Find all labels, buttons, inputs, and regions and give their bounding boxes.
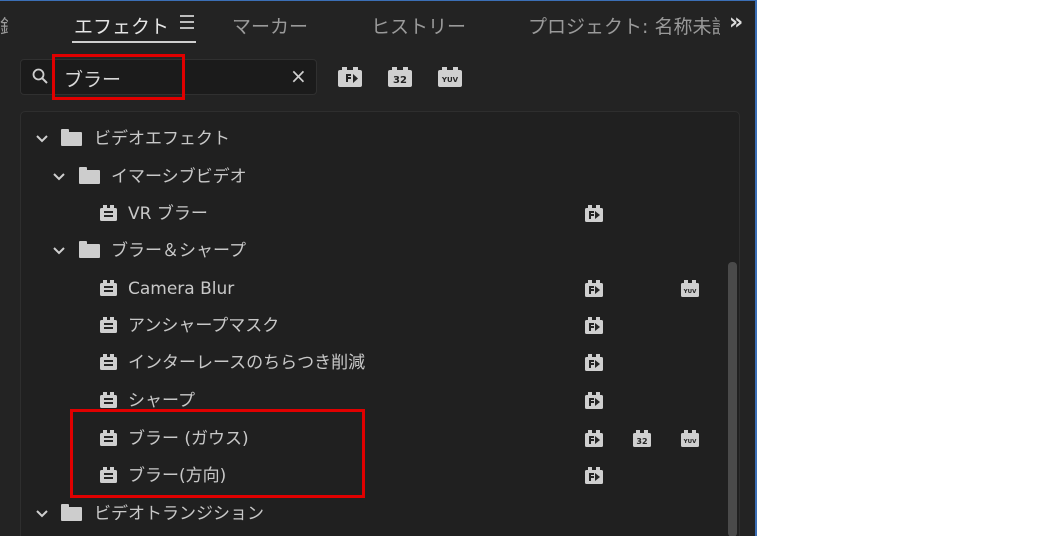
effect-icon xyxy=(100,392,117,408)
accelerated-effect-icon xyxy=(585,467,603,484)
row-label: Camera Blur xyxy=(128,279,235,299)
chevron-down-icon[interactable] xyxy=(53,244,65,258)
row-label: VR ブラー xyxy=(128,204,208,224)
folder-icon xyxy=(61,504,82,521)
effect-icon xyxy=(100,205,117,221)
effect-icon xyxy=(100,280,117,296)
tab-overflow-button[interactable]: » xyxy=(729,10,743,35)
tab-cut-off[interactable]: 録 xyxy=(0,12,8,39)
chevron-down-icon[interactable] xyxy=(36,132,48,146)
row-label: ブラー＆シャープ xyxy=(111,241,246,261)
accelerated-effect-icon xyxy=(585,354,603,371)
svg-text:YUV: YUV xyxy=(683,289,697,295)
folder-icon xyxy=(61,129,82,146)
32bit-icon: 32 xyxy=(633,430,651,447)
tab-project[interactable]: プロジェクト: 名称未設 xyxy=(528,12,720,39)
row-label: インターレースのちらつき削減 xyxy=(128,353,366,373)
active-tab-underline xyxy=(72,41,196,43)
svg-text:32: 32 xyxy=(393,75,407,86)
accelerated-effects-filter-button[interactable] xyxy=(337,66,363,88)
row-label: アンシャープマスク xyxy=(128,316,280,336)
svg-text:YUV: YUV xyxy=(441,76,459,84)
yuv-icon: YUV xyxy=(681,280,699,297)
search-icon xyxy=(32,68,48,84)
effect-icon xyxy=(100,317,117,333)
accelerated-effect-icon xyxy=(585,317,603,334)
tab-markers[interactable]: マーカー xyxy=(232,12,308,39)
tree-scrollbar[interactable] xyxy=(728,262,737,536)
blur-items-highlight-box xyxy=(70,409,365,498)
tab-history[interactable]: ヒストリー xyxy=(371,12,466,39)
row-label: ビデオエフェクト xyxy=(94,129,230,149)
accelerated-effect-icon xyxy=(585,280,603,297)
chevron-down-icon[interactable] xyxy=(53,170,65,184)
accelerated-effect-icon xyxy=(585,430,603,447)
accelerated-effect-icon xyxy=(585,392,603,409)
tab-effects[interactable]: エフェクト xyxy=(74,12,169,39)
yuv-filter-button[interactable]: YUV xyxy=(437,66,463,88)
svg-text:32: 32 xyxy=(636,437,647,446)
32bit-filter-button[interactable]: 32 xyxy=(387,66,413,88)
row-label: シャープ xyxy=(128,391,195,411)
panel-menu-icon[interactable] xyxy=(180,15,194,29)
folder-icon xyxy=(79,167,100,184)
row-label: イマーシブビデオ xyxy=(111,167,247,187)
row-label: ビデオトランジション xyxy=(94,504,264,524)
search-highlight-box xyxy=(52,54,185,100)
effect-icon xyxy=(100,354,117,370)
effects-panel: 録 エフェクト マーカー ヒストリー プロジェクト: 名称未設 » × 32 Y… xyxy=(0,0,757,536)
svg-text:YUV: YUV xyxy=(683,439,697,445)
chevron-down-icon[interactable] xyxy=(36,507,48,521)
folder-icon xyxy=(79,241,100,258)
clear-search-icon[interactable]: × xyxy=(290,64,307,88)
yuv-icon: YUV xyxy=(681,430,699,447)
panel-tab-bar: 録 エフェクト マーカー ヒストリー プロジェクト: 名称未設 » xyxy=(0,1,755,49)
accelerated-effect-icon xyxy=(585,205,603,222)
